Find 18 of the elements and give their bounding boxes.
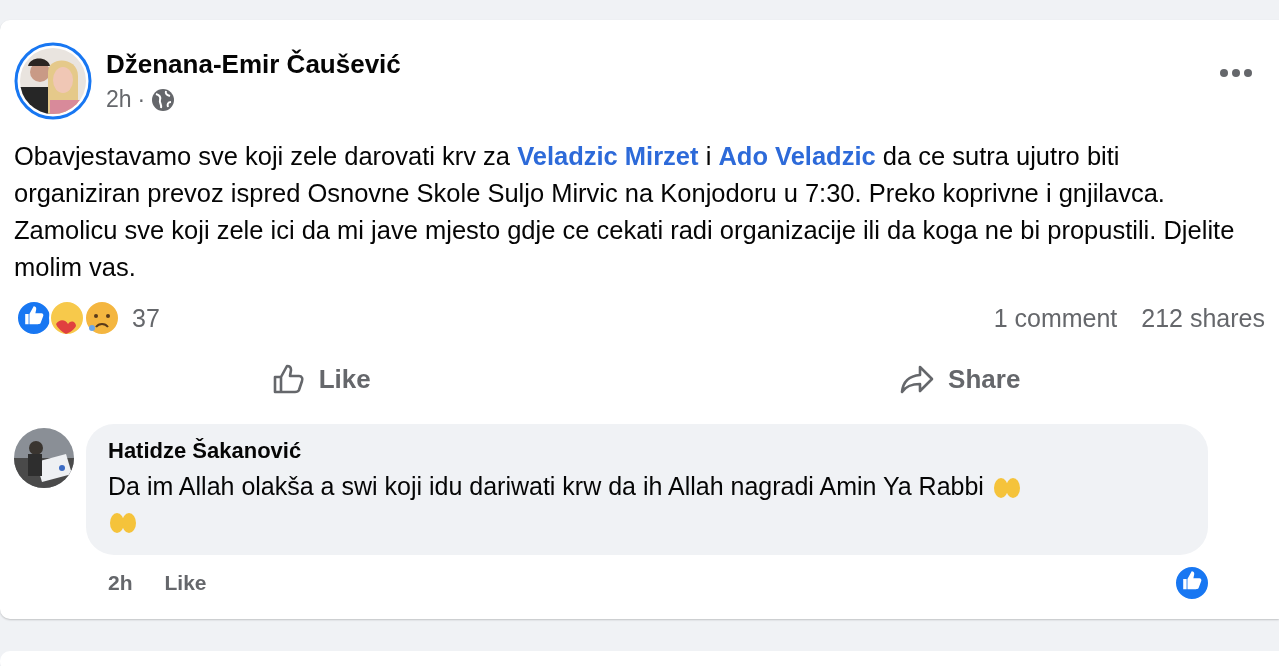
commenter-name[interactable]: Hatidze Šakanović — [108, 438, 1186, 464]
comment-count[interactable]: 1 comment — [993, 303, 1118, 333]
post-text: Obavjestavamo sve koji zele darovati krv za Veladzic Mirzet i Ado Veladzic da ce sutra ujutro biti organiziran prevoz ispred Osnovne Skole Suljo Mirvic na Konjodoru u 7:30. Preko koprivne i gnjilavca. Zamolicu sve koji zele ici da mi jave mjesto gdje ce cekati radi organizacije ili da koga ne bi propustili. Djelite molim vas. — [14, 141, 1236, 283]
globe-icon — [151, 87, 176, 112]
name-link[interactable]: Ado Veladzic — [718, 142, 876, 170]
separator-dot: · — [137, 86, 146, 113]
author-name[interactable]: Dženana-Emir Čaušević — [106, 49, 1205, 80]
more-options-icon[interactable] — [1219, 68, 1253, 78]
name-link[interactable]: Veladzic Mirzet — [517, 142, 699, 170]
share-button[interactable]: Share — [898, 354, 1021, 404]
reaction-count[interactable]: 37 — [132, 303, 160, 333]
like-reaction-icon[interactable] — [1174, 565, 1210, 601]
comment-time[interactable]: 2h — [108, 571, 133, 595]
share-count[interactable]: 212 shares — [1141, 303, 1265, 333]
comment-text: Da im Allah olakša a swi koji idu dariwati krw da ih Allah nagradi Amin Ya Rabbi — [108, 472, 984, 501]
comment-like-button[interactable]: Like — [164, 571, 207, 595]
like-button[interactable]: Like — [268, 354, 371, 404]
post-time[interactable]: 2h — [106, 86, 132, 113]
